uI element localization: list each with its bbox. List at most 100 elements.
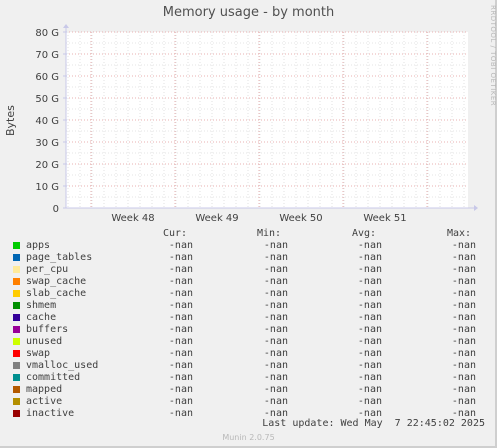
legend-value-avg: -nan — [357, 396, 382, 407]
legend-value-max: -nan — [451, 336, 476, 347]
legend-swatch — [13, 314, 20, 321]
legend-value-cur: -nan — [168, 252, 193, 263]
legend-value-avg: -nan — [357, 312, 382, 323]
legend-value-max: -nan — [451, 240, 476, 251]
legend-value-min: -nan — [263, 324, 288, 335]
legend-value-max: -nan — [451, 360, 476, 371]
legend-row: unused -nan -nan -nan -nan — [0, 336, 497, 348]
legend-value-avg: -nan — [357, 372, 382, 383]
legend-value-min: -nan — [263, 336, 288, 347]
legend-value-avg: -nan — [357, 252, 382, 263]
legend-value-cur: -nan — [168, 240, 193, 251]
legend-value-cur: -nan — [168, 348, 193, 359]
header-max: Max: — [447, 228, 472, 239]
legend-swatch — [13, 302, 20, 309]
legend-row: swap_cache -nan -nan -nan -nan — [0, 276, 497, 288]
legend-value-avg: -nan — [357, 264, 382, 275]
legend-value-cur: -nan — [168, 324, 193, 335]
legend-value-avg: -nan — [357, 288, 382, 299]
legend-value-min: -nan — [263, 252, 288, 263]
legend-value-max: -nan — [451, 372, 476, 383]
legend-value-max: -nan — [451, 384, 476, 395]
legend-value-cur: -nan — [168, 372, 193, 383]
legend-swatch — [13, 338, 20, 345]
legend-series-name: inactive — [26, 408, 75, 419]
legend-value-cur: -nan — [168, 276, 193, 287]
legend-swatch — [13, 410, 20, 417]
header-cur: Cur: — [163, 228, 188, 239]
legend-row: page_tables -nan -nan -nan -nan — [0, 252, 497, 264]
legend-swatch — [13, 362, 20, 369]
legend-value-avg: -nan — [357, 276, 382, 287]
legend-row: vmalloc_used -nan -nan -nan -nan — [0, 360, 497, 372]
legend-value-cur: -nan — [168, 360, 193, 371]
legend-series-name: swap — [26, 348, 51, 359]
legend-series-name: vmalloc_used — [26, 360, 99, 371]
legend-value-avg: -nan — [357, 348, 382, 359]
legend-swatch — [13, 350, 20, 357]
header-min: Min: — [257, 228, 282, 239]
legend-value-cur: -nan — [168, 312, 193, 323]
legend-value-cur: -nan — [168, 384, 193, 395]
legend-row: mapped -nan -nan -nan -nan — [0, 384, 497, 396]
legend-row: shmem -nan -nan -nan -nan — [0, 300, 497, 312]
legend-value-cur: -nan — [168, 300, 193, 311]
legend-series-name: slab_cache — [26, 288, 87, 299]
legend-value-min: -nan — [263, 276, 288, 287]
munin-version: Munin 2.0.75 — [222, 433, 275, 442]
legend-value-max: -nan — [451, 288, 476, 299]
header-avg: Avg: — [352, 228, 377, 239]
legend-row: cache -nan -nan -nan -nan — [0, 312, 497, 324]
legend-value-min: -nan — [263, 348, 288, 359]
legend-value-avg: -nan — [357, 360, 382, 371]
legend-series-name: apps — [26, 240, 51, 251]
legend-value-min: -nan — [263, 372, 288, 383]
last-update: Last update: Wed May 7 22:45:02 2025 — [262, 418, 485, 429]
legend-series-name: committed — [26, 372, 81, 383]
legend-value-max: -nan — [451, 264, 476, 275]
legend-swatch — [13, 398, 20, 405]
legend-swatch — [13, 254, 20, 261]
legend-value-min: -nan — [263, 360, 288, 371]
legend-value-cur: -nan — [168, 336, 193, 347]
legend-series-name: page_tables — [26, 252, 93, 263]
legend-series-name: active — [26, 396, 63, 407]
legend-value-avg: -nan — [357, 324, 382, 335]
legend-row: active -nan -nan -nan -nan — [0, 396, 497, 408]
legend-value-min: -nan — [263, 396, 288, 407]
legend-value-min: -nan — [263, 288, 288, 299]
legend-value-max: -nan — [451, 396, 476, 407]
legend-value-max: -nan — [451, 348, 476, 359]
legend-series-name: unused — [26, 336, 63, 347]
legend-value-avg: -nan — [357, 240, 382, 251]
legend-value-cur: -nan — [168, 408, 193, 419]
legend-swatch — [13, 290, 20, 297]
legend-series-name: cache — [26, 312, 57, 323]
legend-value-max: -nan — [451, 324, 476, 335]
legend-value-min: -nan — [263, 300, 288, 311]
legend-value-max: -nan — [451, 276, 476, 287]
legend-value-avg: -nan — [357, 384, 382, 395]
legend-value-max: -nan — [451, 252, 476, 263]
legend-value-avg: -nan — [357, 300, 382, 311]
legend-value-cur: -nan — [168, 264, 193, 275]
legend-swatch — [13, 278, 20, 285]
legend-value-min: -nan — [263, 312, 288, 323]
legend-swatch — [13, 326, 20, 333]
legend-row: slab_cache -nan -nan -nan -nan — [0, 288, 497, 300]
legend-table: Cur: Min: Avg: Max: apps -nan -nan -nan -nan… — [0, 0, 497, 448]
legend-series-name: per_cpu — [26, 264, 69, 275]
legend-swatch — [13, 266, 20, 273]
legend-series-name: shmem — [26, 300, 57, 311]
legend-swatch — [13, 374, 20, 381]
legend-value-avg: -nan — [357, 336, 382, 347]
legend-row: committed -nan -nan -nan -nan — [0, 372, 497, 384]
legend-swatch — [13, 242, 20, 249]
legend-value-max: -nan — [451, 312, 476, 323]
legend-row: apps -nan -nan -nan -nan — [0, 240, 497, 252]
legend-value-cur: -nan — [168, 288, 193, 299]
legend-value-min: -nan — [263, 240, 288, 251]
legend-row: per_cpu -nan -nan -nan -nan — [0, 264, 497, 276]
legend-series-name: swap_cache — [26, 276, 87, 287]
legend-row: buffers -nan -nan -nan -nan — [0, 324, 497, 336]
